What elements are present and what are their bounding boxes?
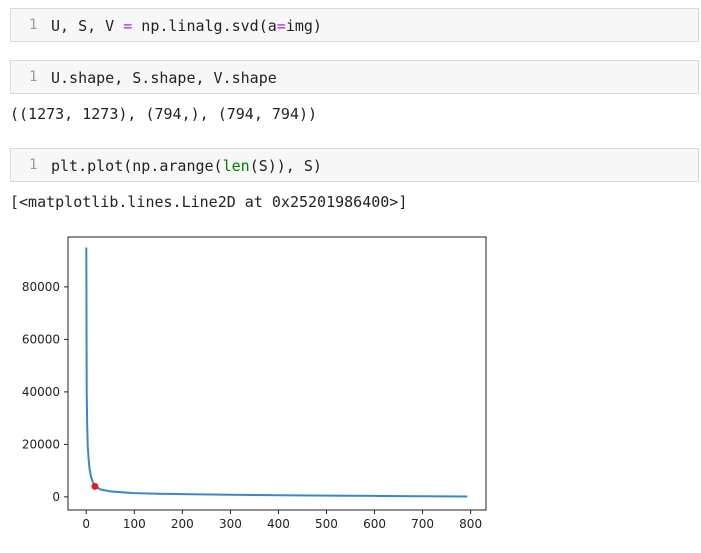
plot-frame bbox=[67, 236, 487, 511]
x-tick-label: 200 bbox=[171, 517, 194, 531]
y-tick-label: 40000 bbox=[22, 385, 60, 399]
x-tick-label: 500 bbox=[315, 517, 338, 531]
line-number: 1 bbox=[29, 157, 38, 173]
code-cell-plot[interactable]: 1 plt.plot(np.arange(len(S)), S) bbox=[10, 148, 699, 182]
y-axis: 0 20000 40000 60000 80000 bbox=[22, 280, 68, 504]
x-axis: 0 100 200 300 400 500 600 700 800 bbox=[82, 510, 482, 531]
x-tick-label: 0 bbox=[82, 517, 90, 531]
x-tick-label: 400 bbox=[267, 517, 290, 531]
output-shape: ((1273, 1273), (794,), (794, 794)) bbox=[10, 105, 318, 123]
x-tick-label: 700 bbox=[411, 517, 434, 531]
code-line-svd[interactable]: U, S, V = np.linalg.svd(a=img) bbox=[51, 17, 322, 35]
output-line2d: [<matplotlib.lines.Line2D at 0x252019864… bbox=[10, 193, 408, 211]
y-tick-label: 20000 bbox=[22, 437, 60, 451]
series-line bbox=[85, 247, 468, 498]
singular-values-chart: 0 20000 40000 60000 80000 0 100 200 300 400 500 60… bbox=[22, 236, 487, 531]
y-tick-label: 60000 bbox=[22, 332, 60, 346]
line-number: 1 bbox=[29, 17, 38, 33]
highlight-point bbox=[91, 482, 99, 490]
code-cell-shape[interactable]: 1 U.shape, S.shape, V.shape bbox=[10, 60, 699, 94]
y-tick-label: 0 bbox=[52, 490, 60, 504]
x-tick-label: 100 bbox=[123, 517, 146, 531]
code-line-shape[interactable]: U.shape, S.shape, V.shape bbox=[51, 69, 277, 87]
code-line-plot[interactable]: plt.plot(np.arange(len(S)), S) bbox=[51, 157, 322, 175]
line-number: 1 bbox=[29, 69, 38, 85]
x-tick-label: 800 bbox=[459, 517, 482, 531]
y-tick-label: 80000 bbox=[22, 280, 60, 294]
code-cell-svd[interactable]: 1 U, S, V = np.linalg.svd(a=img) bbox=[10, 8, 699, 42]
x-tick-label: 300 bbox=[219, 517, 242, 531]
x-tick-label: 600 bbox=[363, 517, 386, 531]
